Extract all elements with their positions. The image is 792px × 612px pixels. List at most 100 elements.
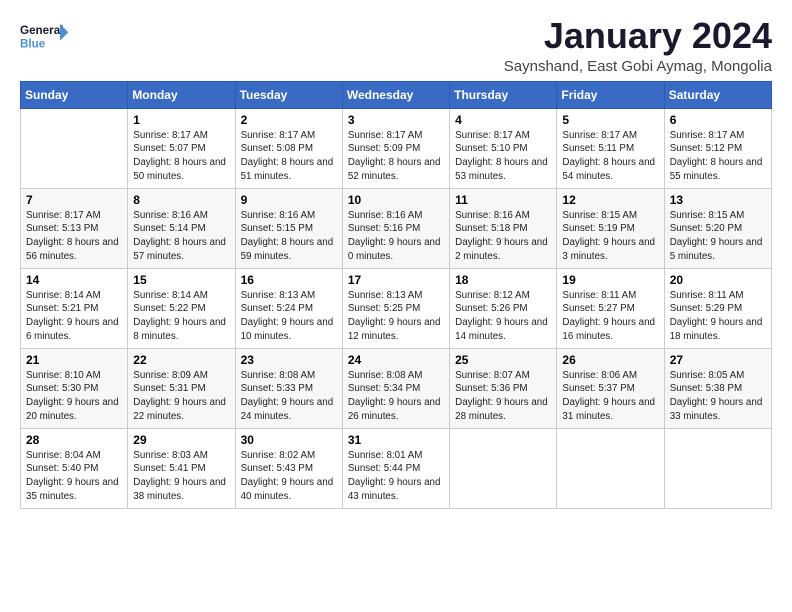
sunrise-label: Sunrise: 8:16 AM [455,210,530,221]
table-row: 4 Sunrise: 8:17 AM Sunset: 5:10 PM Dayli… [450,108,557,188]
sunrise-label: Sunrise: 8:17 AM [26,210,101,221]
page-container: General Blue January 2024 Saynshand, Eas… [0,0,792,519]
cell-info: Sunrise: 8:14 AM Sunset: 5:21 PM Dayligh… [26,289,122,344]
header-wednesday: Wednesday [342,81,449,108]
day-number: 24 [348,353,444,367]
day-number: 9 [241,193,337,207]
sunset-label: Sunset: 5:12 PM [670,143,742,154]
calendar-body: 1 Sunrise: 8:17 AM Sunset: 5:07 PM Dayli… [21,108,772,508]
table-row: 20 Sunrise: 8:11 AM Sunset: 5:29 PM Dayl… [664,268,771,348]
day-number: 8 [133,193,229,207]
daylight-label: Daylight: 9 hours and 22 minutes. [133,397,226,422]
sunrise-label: Sunrise: 8:16 AM [133,210,208,221]
sunset-label: Sunset: 5:43 PM [241,463,313,474]
table-row: 15 Sunrise: 8:14 AM Sunset: 5:22 PM Dayl… [128,268,235,348]
sunset-label: Sunset: 5:20 PM [670,223,742,234]
sunrise-label: Sunrise: 8:16 AM [348,210,423,221]
daylight-label: Daylight: 8 hours and 56 minutes. [26,237,119,262]
table-row: 31 Sunrise: 8:01 AM Sunset: 5:44 PM Dayl… [342,428,449,508]
table-row: 23 Sunrise: 8:08 AM Sunset: 5:33 PM Dayl… [235,348,342,428]
sunrise-label: Sunrise: 8:17 AM [348,130,423,141]
header: General Blue January 2024 Saynshand, Eas… [20,16,772,75]
calendar-header: Sunday Monday Tuesday Wednesday Thursday… [21,81,772,108]
table-row: 26 Sunrise: 8:06 AM Sunset: 5:37 PM Dayl… [557,348,664,428]
daylight-label: Daylight: 9 hours and 14 minutes. [455,317,548,342]
table-row: 14 Sunrise: 8:14 AM Sunset: 5:21 PM Dayl… [21,268,128,348]
sunrise-label: Sunrise: 8:11 AM [562,290,636,301]
calendar-week-row: 21 Sunrise: 8:10 AM Sunset: 5:30 PM Dayl… [21,348,772,428]
table-row [21,108,128,188]
svg-text:General: General [20,24,63,37]
table-row: 25 Sunrise: 8:07 AM Sunset: 5:36 PM Dayl… [450,348,557,428]
table-row [557,428,664,508]
day-number: 1 [133,113,229,127]
cell-info: Sunrise: 8:07 AM Sunset: 5:36 PM Dayligh… [455,369,551,424]
cell-info: Sunrise: 8:11 AM Sunset: 5:29 PM Dayligh… [670,289,766,344]
day-number: 13 [670,193,766,207]
cell-info: Sunrise: 8:17 AM Sunset: 5:11 PM Dayligh… [562,129,658,184]
cell-info: Sunrise: 8:08 AM Sunset: 5:33 PM Dayligh… [241,369,337,424]
table-row: 29 Sunrise: 8:03 AM Sunset: 5:41 PM Dayl… [128,428,235,508]
table-row: 18 Sunrise: 8:12 AM Sunset: 5:26 PM Dayl… [450,268,557,348]
cell-info: Sunrise: 8:16 AM Sunset: 5:18 PM Dayligh… [455,209,551,264]
daylight-label: Daylight: 8 hours and 52 minutes. [348,157,441,182]
table-row: 2 Sunrise: 8:17 AM Sunset: 5:08 PM Dayli… [235,108,342,188]
sunset-label: Sunset: 5:21 PM [26,303,98,314]
daylight-label: Daylight: 9 hours and 10 minutes. [241,317,334,342]
day-number: 5 [562,113,658,127]
sunrise-label: Sunrise: 8:17 AM [455,130,530,141]
day-number: 27 [670,353,766,367]
sunset-label: Sunset: 5:07 PM [133,143,205,154]
sunset-label: Sunset: 5:11 PM [562,143,634,154]
cell-info: Sunrise: 8:15 AM Sunset: 5:19 PM Dayligh… [562,209,658,264]
location-subtitle: Saynshand, East Gobi Aymag, Mongolia [504,58,772,75]
calendar-week-row: 7 Sunrise: 8:17 AM Sunset: 5:13 PM Dayli… [21,188,772,268]
cell-info: Sunrise: 8:17 AM Sunset: 5:10 PM Dayligh… [455,129,551,184]
sunset-label: Sunset: 5:34 PM [348,383,420,394]
cell-info: Sunrise: 8:16 AM Sunset: 5:15 PM Dayligh… [241,209,337,264]
sunset-label: Sunset: 5:44 PM [348,463,420,474]
daylight-label: Daylight: 8 hours and 55 minutes. [670,157,763,182]
logo: General Blue [20,16,70,56]
sunset-label: Sunset: 5:19 PM [562,223,634,234]
sunset-label: Sunset: 5:25 PM [348,303,420,314]
daylight-label: Daylight: 9 hours and 28 minutes. [455,397,548,422]
day-number: 16 [241,273,337,287]
daylight-label: Daylight: 9 hours and 0 minutes. [348,237,441,262]
table-row: 16 Sunrise: 8:13 AM Sunset: 5:24 PM Dayl… [235,268,342,348]
sunrise-label: Sunrise: 8:05 AM [670,370,745,381]
sunrise-label: Sunrise: 8:04 AM [26,450,101,461]
sunrise-label: Sunrise: 8:16 AM [241,210,316,221]
cell-info: Sunrise: 8:16 AM Sunset: 5:16 PM Dayligh… [348,209,444,264]
daylight-label: Daylight: 9 hours and 8 minutes. [133,317,226,342]
sunset-label: Sunset: 5:09 PM [348,143,420,154]
table-row: 24 Sunrise: 8:08 AM Sunset: 5:34 PM Dayl… [342,348,449,428]
cell-info: Sunrise: 8:03 AM Sunset: 5:41 PM Dayligh… [133,449,229,504]
month-title: January 2024 [504,16,772,56]
sunset-label: Sunset: 5:29 PM [670,303,742,314]
sunrise-label: Sunrise: 8:06 AM [562,370,637,381]
day-number: 28 [26,433,122,447]
sunrise-label: Sunrise: 8:01 AM [348,450,423,461]
calendar-table: Sunday Monday Tuesday Wednesday Thursday… [20,81,772,509]
sunrise-label: Sunrise: 8:17 AM [133,130,208,141]
sunset-label: Sunset: 5:36 PM [455,383,527,394]
daylight-label: Daylight: 9 hours and 35 minutes. [26,477,119,502]
cell-info: Sunrise: 8:17 AM Sunset: 5:08 PM Dayligh… [241,129,337,184]
header-monday: Monday [128,81,235,108]
daylight-label: Daylight: 9 hours and 31 minutes. [562,397,655,422]
day-number: 3 [348,113,444,127]
sunrise-label: Sunrise: 8:09 AM [133,370,208,381]
daylight-label: Daylight: 9 hours and 16 minutes. [562,317,655,342]
sunset-label: Sunset: 5:40 PM [26,463,98,474]
cell-info: Sunrise: 8:09 AM Sunset: 5:31 PM Dayligh… [133,369,229,424]
sunrise-label: Sunrise: 8:08 AM [241,370,316,381]
svg-text:Blue: Blue [20,37,46,50]
sunrise-label: Sunrise: 8:15 AM [670,210,745,221]
table-row [664,428,771,508]
day-number: 10 [348,193,444,207]
header-sunday: Sunday [21,81,128,108]
table-row: 6 Sunrise: 8:17 AM Sunset: 5:12 PM Dayli… [664,108,771,188]
calendar-week-row: 1 Sunrise: 8:17 AM Sunset: 5:07 PM Dayli… [21,108,772,188]
sunrise-label: Sunrise: 8:03 AM [133,450,208,461]
